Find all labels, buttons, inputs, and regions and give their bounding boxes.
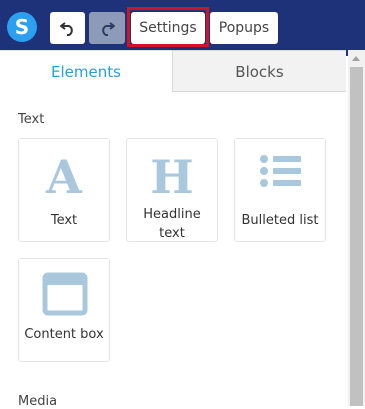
letter-a-icon: A bbox=[45, 150, 83, 201]
element-label: Text bbox=[50, 213, 78, 228]
tab-blocks[interactable]: Blocks bbox=[172, 50, 346, 92]
element-label: Bulleted list bbox=[241, 213, 319, 228]
element-label: Headline text bbox=[143, 207, 201, 241]
section-title-text: Text bbox=[18, 112, 45, 127]
app-logo: S bbox=[7, 12, 37, 42]
bulleted-list-icon bbox=[260, 155, 301, 187]
popups-button[interactable]: Popups bbox=[210, 12, 278, 44]
settings-button[interactable]: Settings bbox=[131, 12, 205, 44]
redo-icon bbox=[102, 22, 115, 36]
element-label: Content box bbox=[24, 327, 104, 342]
svg-text:A: A bbox=[45, 150, 83, 201]
redo-button[interactable] bbox=[89, 12, 125, 44]
scrollbar-thumb[interactable] bbox=[350, 67, 363, 406]
top-toolbar: S Settings Popups bbox=[0, 0, 365, 56]
undo-icon bbox=[60, 22, 73, 36]
undo-button[interactable] bbox=[50, 12, 85, 44]
element-card-headline-text[interactable]: H Headline text bbox=[126, 138, 218, 242]
element-card-content-box[interactable]: Content box bbox=[18, 258, 110, 362]
section-title-media: Media bbox=[18, 394, 58, 409]
panel-scrollbar[interactable] bbox=[348, 50, 365, 406]
tab-elements[interactable]: Elements bbox=[0, 50, 172, 92]
element-card-bulleted-list[interactable]: Bulleted list bbox=[234, 138, 326, 242]
scroll-up-arrow-icon[interactable] bbox=[352, 56, 360, 61]
element-card-text[interactable]: A Text bbox=[18, 138, 110, 242]
content-box-icon bbox=[42, 272, 88, 316]
svg-text:H: H bbox=[150, 150, 193, 201]
panel-tabs: Elements Blocks bbox=[0, 50, 346, 92]
letter-h-icon: H bbox=[150, 150, 193, 201]
